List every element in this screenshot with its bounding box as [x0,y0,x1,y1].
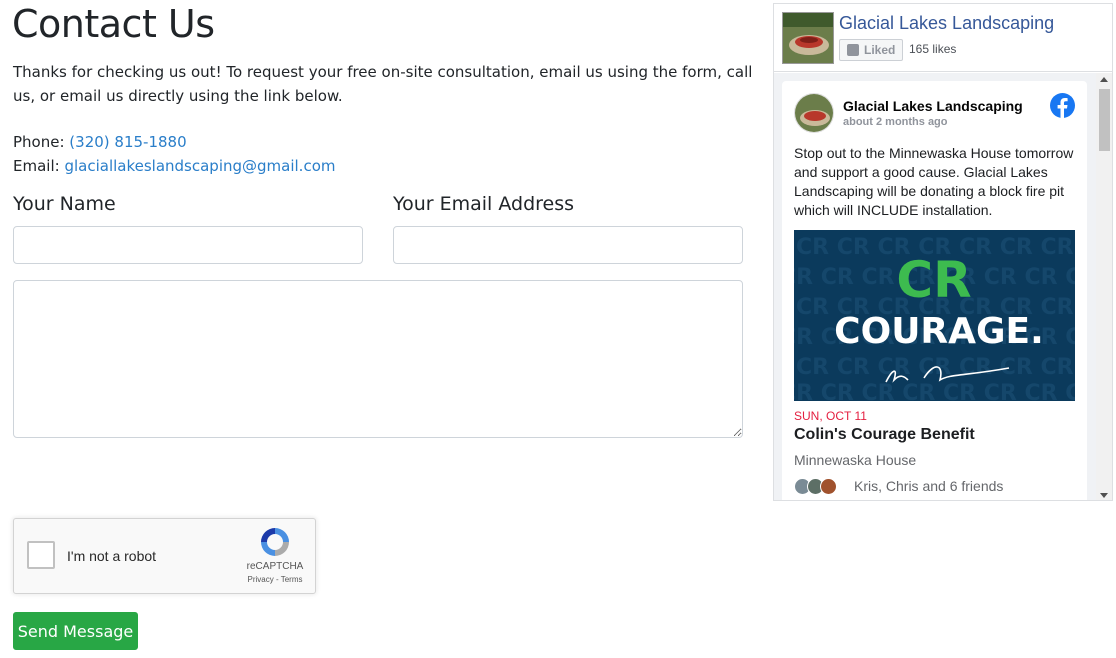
email-label: Email [13,157,55,175]
fb-page-cover-image[interactable] [782,12,834,64]
fb-liked-button[interactable]: Liked [839,39,903,61]
message-textarea[interactable] [13,280,743,438]
name-input[interactable] [13,226,363,264]
event-date: SUN, OCT 11 [794,409,867,423]
page-title: Contact Us [12,2,215,46]
recaptcha-label: I'm not a robot [67,548,157,564]
recaptcha-widget: I'm not a robot reCAPTCHA Privacy - Term… [13,518,316,594]
name-field-label: Your Name [13,193,116,215]
event-venue: Minnewaska House [794,452,917,468]
email-input[interactable] [393,226,743,264]
fb-feed-scrollbar[interactable] [1096,73,1112,500]
scroll-up-icon[interactable] [1100,77,1108,82]
fb-likes-count: 165 likes [909,42,957,56]
event-friends-going: Kris, Chris and 6 friends [854,478,1004,494]
phone-row: Phone: (320) 815-1880 [13,133,187,151]
scrollbar-thumb[interactable] [1099,89,1110,151]
email-field-label: Your Email Address [393,193,575,215]
scroll-down-icon[interactable] [1100,493,1108,498]
svg-text:CR CR CR CR CR CR CR CR: CR CR CR CR CR CR CR CR [794,381,1075,401]
intro-text: Thanks for checking us out! To request y… [13,63,753,105]
recaptcha-logo-icon [261,528,289,556]
post-author-name[interactable]: Glacial Lakes Landscaping [843,98,1023,114]
recaptcha-brand: reCAPTCHA [246,561,304,572]
send-message-button[interactable]: Send Message [13,612,138,650]
facebook-page-widget: Glacial Lakes Landscaping Liked 165 like… [773,3,1113,501]
fb-widget-header: Glacial Lakes Landscaping Liked 165 like… [774,4,1112,72]
fb-timeline-feed[interactable]: Glacial Lakes Landscaping about 2 months… [774,73,1112,500]
friend-avatar [820,478,837,495]
phone-link[interactable]: (320) 815-1880 [69,133,186,151]
facebook-logo-icon[interactable] [1050,93,1075,118]
event-title-link[interactable]: Colin's Courage Benefit [794,426,975,444]
phone-label: Phone [13,133,60,151]
email-row: Email: glaciallakeslandscaping@gmail.com [13,157,336,175]
email-link[interactable]: glaciallakeslandscaping@gmail.com [64,157,335,175]
post-timestamp[interactable]: about 2 months ago [843,116,948,128]
post-body-text: Stop out to the Minnewaska House tomorro… [794,145,1074,218]
recaptcha-checkbox[interactable] [27,541,55,569]
event-cover-image[interactable]: CR CR CR CR CR CR CR CR CR CR CR CR CR C… [794,230,1075,401]
fb-page-name-link[interactable]: Glacial Lakes Landscaping [839,13,1054,34]
fb-post-card: Glacial Lakes Landscaping about 2 months… [782,81,1087,500]
event-logo-bottom: COURAGE. [834,311,1044,352]
post-author-avatar[interactable] [794,93,834,133]
thumbs-up-icon [847,44,859,56]
fb-liked-label: Liked [864,43,896,57]
recaptcha-privacy-terms[interactable]: Privacy - Terms [240,575,310,584]
event-logo-top: CR [896,251,971,309]
